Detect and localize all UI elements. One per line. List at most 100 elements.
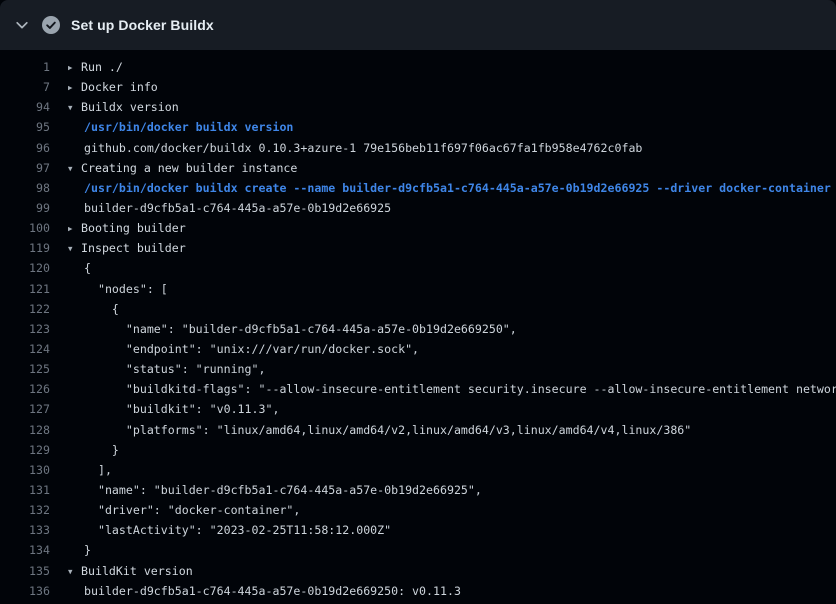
log-line-text: builder-d9cfb5a1-c764-445a-a57e-0b19d2e6… [84,201,391,215]
log-line: 123 "name": "builder-d9cfb5a1-c764-445a-… [0,319,836,339]
log-line[interactable]: 94 ▼Buildx version [0,97,836,117]
log-line[interactable]: 7 ▶Docker info [0,77,836,97]
log-line: 98 /usr/bin/docker buildx create --name … [0,178,836,198]
log-line-content: { [68,258,836,278]
line-number-link[interactable]: 125 [0,359,50,379]
line-number-link[interactable]: 99 [0,198,50,218]
log-line-text: github.com/docker/buildx 0.10.3+azure-1 … [84,141,642,155]
line-number-link[interactable]: 100 [0,218,50,238]
group-toggle-icon[interactable]: ▼ [68,159,81,178]
log-line-content: ▼Creating a new builder instance [68,158,836,178]
log-line-content: "name": "builder-d9cfb5a1-c764-445a-a57e… [68,480,836,500]
log-line: 121 "nodes": [ [0,279,836,299]
log-line-text: Run ./ [81,60,123,74]
log-line: 95 /usr/bin/docker buildx version [0,117,836,137]
log-line-content: "buildkit": "v0.11.3", [68,399,836,419]
log-line[interactable]: 119 ▼Inspect builder [0,238,836,258]
log-line[interactable]: 1 ▶Run ./ [0,57,836,77]
line-number-link[interactable]: 128 [0,420,50,440]
log-line-content: } [68,540,836,560]
line-number-link[interactable]: 97 [0,158,50,178]
log-line-content: /usr/bin/docker buildx create --name bui… [68,178,836,198]
step-title: Set up Docker Buildx [71,17,214,33]
log-line-text: Booting builder [81,221,186,235]
check-circle-icon [42,16,60,34]
log-line-text: "lastActivity": "2023-02-25T11:58:12.000… [84,523,391,537]
group-toggle-icon[interactable]: ▼ [68,98,81,117]
line-number-link[interactable]: 131 [0,480,50,500]
log-line-content: { [68,299,836,319]
log-line-content: "name": "builder-d9cfb5a1-c764-445a-a57e… [68,319,836,339]
line-number-link[interactable]: 122 [0,299,50,319]
log-line-text: ], [84,463,112,477]
line-number-link[interactable]: 120 [0,258,50,278]
log-line-text: Inspect builder [81,241,186,255]
line-number-link[interactable]: 119 [0,238,50,258]
line-number-link[interactable]: 95 [0,117,50,137]
log-line-content: ▶Booting builder [68,218,836,238]
log-line-content: "status": "running", [68,359,836,379]
group-toggle-icon[interactable]: ▶ [68,219,81,238]
log-line: 136 builder-d9cfb5a1-c764-445a-a57e-0b19… [0,581,836,601]
line-number-link[interactable]: 126 [0,379,50,399]
group-toggle-icon[interactable]: ▼ [68,562,81,581]
log-line: 120 { [0,258,836,278]
log-line-content: "driver": "docker-container", [68,500,836,520]
log-line-content: ▼Inspect builder [68,238,836,258]
line-number-link[interactable]: 133 [0,520,50,540]
line-number-link[interactable]: 129 [0,440,50,460]
chevron-down-icon[interactable] [14,17,30,33]
log-line[interactable]: 97 ▼Creating a new builder instance [0,158,836,178]
log-line-text: "platforms": "linux/amd64,linux/amd64/v2… [84,423,691,437]
log-line-content: ▶Docker info [68,77,836,97]
log-line-content: "nodes": [ [68,279,836,299]
group-toggle-icon[interactable]: ▶ [68,78,81,97]
log-line-text: "endpoint": "unix:///var/run/docker.sock… [84,342,419,356]
log-line: 131 "name": "builder-d9cfb5a1-c764-445a-… [0,480,836,500]
line-number-link[interactable]: 127 [0,399,50,419]
group-toggle-icon[interactable]: ▶ [68,58,81,77]
log-line: 134 } [0,540,836,560]
log-line: 130 ], [0,460,836,480]
log-body: 1 ▶Run ./ 7 ▶Docker info 94 ▼Buildx vers… [0,50,836,601]
step-header[interactable]: Set up Docker Buildx [0,0,836,50]
log-line-content: builder-d9cfb5a1-c764-445a-a57e-0b19d2e6… [68,198,836,218]
line-number-link[interactable]: 1 [0,57,50,77]
line-number-link[interactable]: 123 [0,319,50,339]
log-line: 128 "platforms": "linux/amd64,linux/amd6… [0,420,836,440]
log-line-content: ▼BuildKit version [68,561,836,581]
line-number-link[interactable]: 134 [0,540,50,560]
log-line-text: } [84,443,119,457]
log-line-content: "lastActivity": "2023-02-25T11:58:12.000… [68,520,836,540]
log-line-content: /usr/bin/docker buildx version [68,117,836,137]
line-number-link[interactable]: 124 [0,339,50,359]
line-number-link[interactable]: 7 [0,77,50,97]
line-number-link[interactable]: 96 [0,138,50,158]
log-line[interactable]: 135 ▼BuildKit version [0,561,836,581]
line-number-link[interactable]: 130 [0,460,50,480]
log-line: 124 "endpoint": "unix:///var/run/docker.… [0,339,836,359]
log-line-content: ▶Run ./ [68,57,836,77]
line-number-link[interactable]: 121 [0,279,50,299]
log-line[interactable]: 100 ▶Booting builder [0,218,836,238]
log-line-content: "endpoint": "unix:///var/run/docker.sock… [68,339,836,359]
log-line-text: "name": "builder-d9cfb5a1-c764-445a-a57e… [84,322,517,336]
log-line-text: "buildkitd-flags": "--allow-insecure-ent… [84,382,836,396]
log-line-text: "driver": "docker-container", [84,503,300,517]
log-line-content: "platforms": "linux/amd64,linux/amd64/v2… [68,420,836,440]
log-line: 126 "buildkitd-flags": "--allow-insecure… [0,379,836,399]
log-line-content: "buildkitd-flags": "--allow-insecure-ent… [68,379,836,399]
log-line-text: { [84,302,119,316]
log-line-text: { [84,261,91,275]
line-number-link[interactable]: 136 [0,581,50,601]
line-number-link[interactable]: 132 [0,500,50,520]
log-line-text: /usr/bin/docker buildx version [84,120,293,134]
log-line-text: "name": "builder-d9cfb5a1-c764-445a-a57e… [84,483,482,497]
group-toggle-icon[interactable]: ▼ [68,239,81,258]
log-line-content: } [68,440,836,460]
line-number-link[interactable]: 135 [0,561,50,581]
line-number-link[interactable]: 94 [0,97,50,117]
step-log-panel: Set up Docker Buildx 1 ▶Run ./ 7 ▶Docker… [0,0,836,601]
line-number-link[interactable]: 98 [0,178,50,198]
log-line-text: "buildkit": "v0.11.3", [84,402,279,416]
